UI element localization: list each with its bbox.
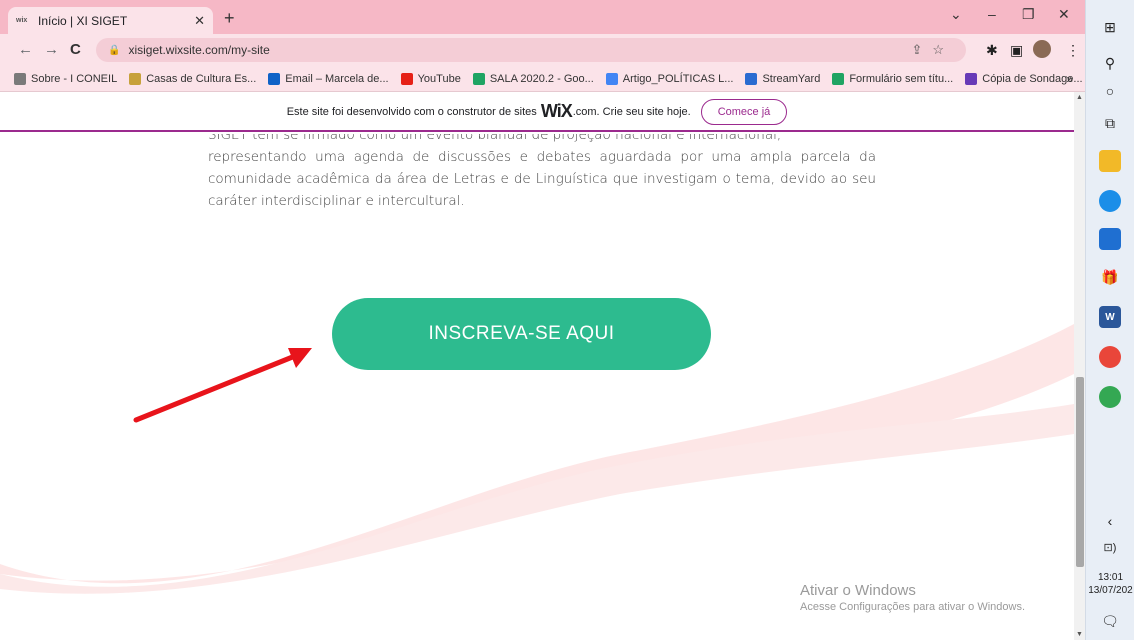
start-now-button[interactable]: Comece já <box>700 98 788 125</box>
edge-icon[interactable] <box>1099 190 1121 212</box>
close-window-icon[interactable]: ✕ <box>1058 6 1070 23</box>
watermark-title: Ativar o Windows <box>800 582 916 599</box>
task-view-icon[interactable]: ⧉ <box>1099 112 1121 134</box>
tab-title: Início | XI SIGET <box>38 13 128 28</box>
windows-activation-watermark: Ativar o Windows Acesse Configurações pa… <box>800 582 1025 613</box>
new-tab-icon[interactable]: + <box>224 8 235 29</box>
tab-active[interactable]: wix Início | XI SIGET ✕ <box>8 7 213 34</box>
wix-banner-text: Este site foi desenvolvido com o constru… <box>286 105 537 118</box>
share-star-icons[interactable]: ⇪☆ <box>911 42 954 58</box>
youtube-icon <box>400 72 413 85</box>
scroll-up-icon[interactable]: ▲ <box>1076 94 1083 101</box>
minimize-icon[interactable]: – <box>988 6 996 22</box>
word-icon[interactable]: W <box>1099 306 1121 328</box>
bookmark-item[interactable]: Sobre - I CONEIL <box>14 72 117 85</box>
wix-favicon-icon: wix <box>16 17 28 24</box>
clock-time: 13:01 <box>1097 572 1124 583</box>
streamyard-icon <box>745 72 758 85</box>
bookmarks-more[interactable]: » <box>1066 72 1073 86</box>
reload-icon[interactable]: C <box>70 41 81 58</box>
intro-paragraph: SIGET tem se firmado como um evento bian… <box>208 134 876 212</box>
start-icon[interactable]: ⊞ <box>1099 16 1121 38</box>
menu-icon[interactable]: ⋮ <box>1066 42 1080 59</box>
windows-taskbar: ⊞ ⚲ ○ ⧉ 🎁 W ‹ ⊡) 13:01 13/07/202 🗨 <box>1085 0 1134 640</box>
page-scrollbar[interactable]: ▲ ▼ <box>1074 92 1085 640</box>
wix-logo: WiX <box>540 101 573 121</box>
tab-strip: wix Início | XI SIGET ✕ + ⌄ – ❐ ✕ <box>0 0 1085 34</box>
bookmark-icon <box>129 72 142 85</box>
extensions-icon[interactable]: ✱ <box>986 42 998 59</box>
register-button[interactable]: INSCREVA-SE AQUI <box>332 298 711 370</box>
cortana-icon[interactable]: ○ <box>1099 80 1121 102</box>
chrome-icon[interactable] <box>1099 346 1121 368</box>
back-icon[interactable]: ← <box>18 41 33 58</box>
page-content: SIGET tem se firmado como um evento bian… <box>0 134 1074 640</box>
bookmark-item[interactable]: Cópia de Sondage... <box>965 72 1083 85</box>
clock[interactable]: 13:01 13/07/202 <box>1086 571 1134 597</box>
side-panel-icon[interactable]: ▣ <box>1010 42 1023 59</box>
network-volume-icon[interactable]: ⊡) <box>1099 536 1121 558</box>
url-text: xisiget.wixsite.com/my-site <box>128 43 270 57</box>
bookmark-item[interactable]: Artigo_POLÍTICAS L... <box>605 72 733 85</box>
notifications-icon[interactable]: 🗨 <box>1099 610 1121 632</box>
browser-window: wix Início | XI SIGET ✕ + ⌄ – ❐ ✕ ← → C … <box>0 0 1085 640</box>
forms-icon <box>965 72 978 85</box>
paragraph-text: representando uma agenda de discussões e… <box>208 149 876 209</box>
outlook-icon <box>268 72 281 85</box>
bookmark-item[interactable]: Formulário sem títu... <box>832 72 953 85</box>
file-explorer-icon[interactable] <box>1099 150 1121 172</box>
profile-avatar[interactable] <box>1033 40 1051 58</box>
chrome-profile-icon[interactable] <box>1099 386 1121 408</box>
bookmark-item[interactable]: SALA 2020.2 - Goo... <box>472 72 594 85</box>
bookmark-icon <box>14 72 26 85</box>
chevron-left-icon[interactable]: ‹ <box>1099 510 1121 532</box>
lock-icon: 🔒 <box>108 44 121 56</box>
address-bar[interactable]: 🔒 xisiget.wixsite.com/my-site ⇪☆ <box>96 38 966 62</box>
clipped-line: SIGET tem se firmado como um evento bian… <box>208 134 782 143</box>
search-icon[interactable]: ⚲ <box>1099 52 1121 74</box>
clock-date: 13/07/202 <box>1088 585 1133 596</box>
watermark-subtitle: Acesse Configurações para ativar o Windo… <box>800 601 1025 613</box>
bookmark-item[interactable]: Casas de Cultura Es... <box>129 72 256 85</box>
drive-icon <box>472 72 485 85</box>
bookmarks-bar: Sobre - I CONEIL Casas de Cultura Es... … <box>0 66 1085 92</box>
tab-search-icon[interactable]: ⌄ <box>950 6 962 23</box>
monitor-icon[interactable] <box>1099 228 1121 250</box>
wix-banner-text-after: .com. Crie seu site hoje. <box>572 105 691 118</box>
wix-banner: Este site foi desenvolvido com o constru… <box>0 93 1074 132</box>
red-arrow-icon <box>133 348 312 423</box>
toolbar: ← → C 🔒 xisiget.wixsite.com/my-site ⇪☆ ✱… <box>0 34 1085 66</box>
gift-icon[interactable]: 🎁 <box>1099 266 1121 288</box>
tab-close-icon[interactable]: ✕ <box>194 13 205 29</box>
scroll-down-icon[interactable]: ▼ <box>1076 631 1083 638</box>
bookmark-item[interactable]: YouTube <box>400 72 461 85</box>
bookmark-item[interactable]: Email – Marcela de... <box>268 72 389 85</box>
docs-icon <box>605 72 618 85</box>
restore-icon[interactable]: ❐ <box>1022 6 1035 23</box>
bookmark-item[interactable]: StreamYard <box>745 72 820 85</box>
forward-icon[interactable]: → <box>44 41 59 58</box>
drive-icon <box>832 72 845 85</box>
scrollbar-thumb[interactable] <box>1076 377 1084 567</box>
